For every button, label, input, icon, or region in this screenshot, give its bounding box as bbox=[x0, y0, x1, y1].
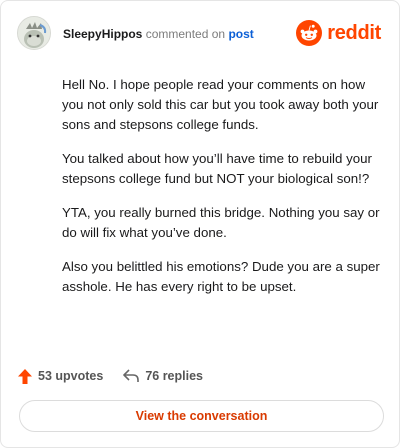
hippo-avatar-icon[interactable] bbox=[17, 16, 51, 50]
reddit-snoo-icon bbox=[296, 20, 323, 46]
view-conversation-button[interactable]: View the conversation bbox=[19, 400, 384, 432]
comment-body: Hell No. I hope people read your comment… bbox=[62, 75, 382, 311]
post-link[interactable]: post bbox=[228, 27, 253, 41]
comment-byline: SleepyHippos commented on post bbox=[63, 27, 254, 41]
replies-stat[interactable]: 76 replies bbox=[123, 369, 203, 383]
replies-count: 76 replies bbox=[145, 369, 203, 383]
upvotes-count: 53 upvotes bbox=[38, 369, 104, 383]
byline-action: commented on bbox=[145, 27, 226, 41]
reddit-brand-logo[interactable]: reddit bbox=[296, 18, 381, 48]
comment-paragraph: YTA, you really burned this bridge. Noth… bbox=[62, 205, 380, 240]
comment-paragraph: You talked about how you’ll have time to… bbox=[62, 151, 372, 186]
upvote-arrow-icon bbox=[18, 368, 32, 384]
brand-wordmark: reddit bbox=[327, 21, 381, 44]
comment-paragraph: Hell No. I hope people read your comment… bbox=[62, 77, 379, 132]
reply-arrow-icon bbox=[123, 369, 140, 382]
upvotes-stat[interactable]: 53 upvotes bbox=[18, 368, 104, 384]
comment-footer: 53 upvotes 76 replies bbox=[18, 364, 383, 388]
comment-paragraph: Also you belittled his emotions? Dude yo… bbox=[62, 259, 380, 294]
username-link[interactable]: SleepyHippos bbox=[63, 27, 142, 41]
comment-header: SleepyHippos commented on post reddit bbox=[17, 15, 383, 55]
embedded-comment-card: SleepyHippos commented on post reddit He… bbox=[0, 0, 400, 448]
